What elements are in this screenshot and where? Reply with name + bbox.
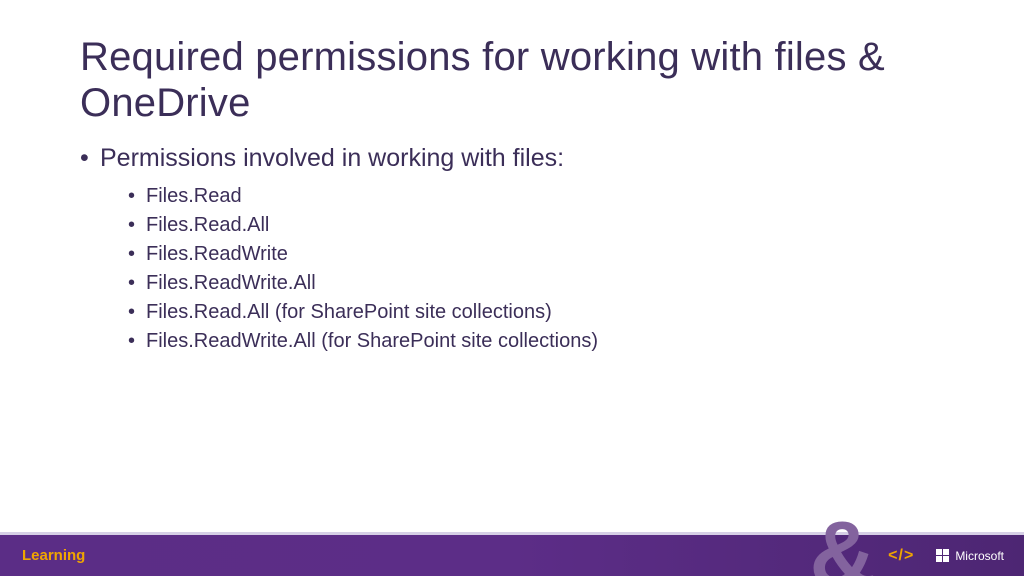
ampersand-decoration: & (810, 508, 876, 576)
sub-bullet-list: Files.Read Files.Read.All Files.ReadWrit… (128, 182, 946, 356)
list-item: Files.ReadWrite.All (128, 269, 946, 298)
microsoft-grid-icon (936, 549, 949, 562)
list-item-label: Files.ReadWrite (146, 243, 288, 265)
list-item-label: Files.Read.All (for SharePoint site coll… (146, 301, 552, 323)
list-item-label: Files.ReadWrite.All (for SharePoint site… (146, 330, 598, 352)
list-item: Files.Read.All (for SharePoint site coll… (128, 298, 946, 327)
footer-right-group: </> Microsoft (888, 547, 1004, 565)
slide-body: Required permissions for working with fi… (0, 0, 1024, 576)
list-item: Files.Read (128, 182, 946, 211)
code-icon: </> (888, 547, 914, 565)
list-item: Files.ReadWrite.All (for SharePoint site… (128, 327, 946, 356)
list-item-label: Files.ReadWrite.All (146, 272, 316, 294)
list-item-label: Files.Read.All (146, 214, 269, 236)
list-item-label: Files.Read (146, 185, 242, 207)
list-item: Files.ReadWrite (128, 240, 946, 269)
footer-left-label: Learning (22, 547, 85, 564)
slide-title: Required permissions for working with fi… (80, 34, 946, 126)
top-bullet-list: Permissions involved in working with fil… (80, 142, 946, 356)
microsoft-logo: Microsoft (936, 549, 1004, 563)
microsoft-label: Microsoft (955, 549, 1004, 563)
bullet-heading-item: Permissions involved in working with fil… (80, 142, 946, 356)
bullet-heading-text: Permissions involved in working with fil… (100, 144, 564, 172)
list-item: Files.Read.All (128, 211, 946, 240)
